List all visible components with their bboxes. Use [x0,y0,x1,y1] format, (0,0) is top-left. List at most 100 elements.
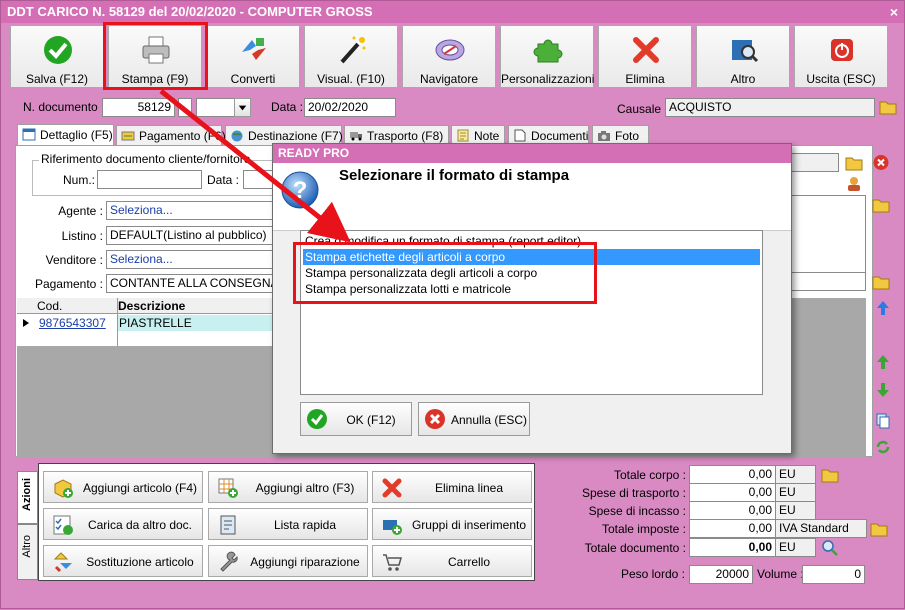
navigator-button-label: Navigatore [419,72,479,86]
move-down-icon[interactable] [875,381,891,399]
list-icon [220,515,236,535]
add-other-button[interactable]: Aggiungi altro (F3) [208,471,368,503]
cart-button[interactable]: Carrello [372,545,532,577]
side-tab-azioni-label: Azioni [21,478,33,511]
contact-icon[interactable] [845,175,863,192]
spese-trasporto-field[interactable]: 0,00 [689,483,776,502]
totale-corpo-currency: EU [775,465,816,484]
copy-icon[interactable] [875,412,891,430]
date-label: Data : [271,100,304,114]
ref-num-field[interactable] [97,170,202,189]
extra-field[interactable] [790,272,866,291]
cancel-icon [425,409,445,429]
table-row[interactable]: 9876543307 PIASTRELLE [17,315,272,331]
navigator-button[interactable]: Navigatore [402,25,496,88]
convert-button[interactable]: Converti [206,25,300,88]
ok-button[interactable]: OK (F12) [300,402,412,436]
peso-field[interactable]: 20000 [689,565,753,584]
dialog-heading: Selezionare il formato di stampa [339,167,570,184]
clear-icon[interactable] [872,154,890,171]
load-from-doc-button[interactable]: Carica da altro doc. [43,508,203,540]
insert-groups-button[interactable]: Gruppi di inserimento [372,508,532,540]
ref-num-label: Num.: [63,173,96,187]
column-cod[interactable]: Cod. [37,299,62,313]
folder-icon[interactable] [879,98,897,115]
check-icon [307,409,327,429]
spese-trasporto-currency: EU [775,483,816,502]
refresh-icon[interactable] [875,438,891,456]
date-field[interactable]: 20/02/2020 [304,98,396,117]
doc-series-select[interactable] [196,98,235,117]
customizations-button[interactable]: Personalizzazioni [500,25,594,88]
folder-icon[interactable] [845,154,863,171]
address-area[interactable] [790,195,866,273]
quick-list-button[interactable]: Lista rapida [208,508,368,540]
cancel-button[interactable]: Annulla (ESC) [418,402,530,436]
listino-field[interactable]: DEFAULT(Listino al pubblico) [106,226,274,245]
zoom-icon[interactable] [821,539,839,556]
totale-documento-field[interactable]: 0,00 [689,538,776,557]
folder-icon[interactable] [872,273,890,290]
column-descrizione[interactable]: Descrizione [118,299,185,313]
document-icon [514,129,526,142]
cart-icon [383,554,402,571]
add-article-button[interactable]: Aggiungi articolo (F4) [43,471,203,503]
volume-label: Volume : [757,567,804,581]
tab-pagamento[interactable]: Pagamento (F6) [116,125,226,146]
save-button[interactable]: Salva (F12) [10,25,104,88]
exit-button-label: Uscita (ESC) [806,72,876,86]
tab-note-label: Note [474,129,500,143]
side-tab-azioni[interactable]: Azioni [17,471,38,524]
doc-series-dropdown[interactable] [234,98,251,117]
ref-date-label: Data : [207,173,240,187]
visual-button-label: Visual. (F10) [317,72,385,86]
delete-button[interactable]: Elimina [598,25,692,88]
add-repair-button[interactable]: Aggiungi riparazione [208,545,368,577]
replace-article-button[interactable]: Sostituzione articolo [43,545,203,577]
side-tab-altro[interactable]: Altro [17,524,38,580]
save-button-label: Salva (F12) [25,72,89,86]
other-button-label: Altro [730,72,756,86]
puzzle-icon [533,39,563,63]
checklist-icon [53,515,73,535]
exit-button[interactable]: Uscita (ESC) [794,25,888,88]
folder-icon[interactable] [870,520,888,537]
spese-incasso-field[interactable]: 0,00 [689,501,776,520]
row-cod[interactable]: 9876543307 [39,316,106,330]
add-grid-icon [218,478,238,498]
check-icon [44,36,72,64]
listino-label: Listino : [61,229,103,243]
replace-article-label: Sostituzione articolo [86,555,194,569]
main-window: DDT CARICO N. 58129 del 20/02/2020 - COM… [0,0,905,609]
row-descrizione[interactable]: PIASTRELLE [118,315,272,331]
other-button[interactable]: Altro [696,25,790,88]
ref-date-field[interactable] [243,170,273,189]
venditore-field[interactable]: Seleziona... [106,250,274,269]
insert-groups-label: Gruppi di inserimento [411,518,527,532]
folder-icon[interactable] [872,196,890,213]
volume-field[interactable]: 0 [802,565,865,584]
ok-button-label: OK (F12) [346,413,396,427]
agente-field[interactable]: Seleziona... [106,201,274,220]
iva-field[interactable]: IVA Standard [775,519,867,538]
window-title: DDT CARICO N. 58129 del 20/02/2020 - COM… [1,1,904,23]
delete-line-button[interactable]: Elimina linea [372,471,532,503]
tab-dettaglio[interactable]: Dettaglio (F5) [17,124,114,147]
convert-icon [242,38,266,60]
doc-suffix-field[interactable] [178,98,192,117]
doc-number-field[interactable]: 58129 [102,98,175,117]
move-up-icon[interactable] [875,353,891,371]
folder-icon[interactable] [821,466,839,483]
destination-field[interactable] [790,153,839,172]
visual-button[interactable]: Visual. (F10) [304,25,398,88]
totale-imposte-field[interactable]: 0,00 [689,519,776,538]
totale-corpo-label: Totale corpo : [613,468,686,482]
tab-documenti-label: Documenti [531,129,589,143]
payment-icon [121,131,135,141]
tab-foto-label: Foto [615,129,640,143]
totale-corpo-field[interactable]: 0,00 [689,465,776,484]
causale-field[interactable]: ACQUISTO [665,98,875,117]
close-icon[interactable]: × [885,2,903,22]
move-top-icon[interactable] [875,299,891,317]
pagamento-field[interactable]: CONTANTE ALLA CONSEGNA [106,274,274,293]
